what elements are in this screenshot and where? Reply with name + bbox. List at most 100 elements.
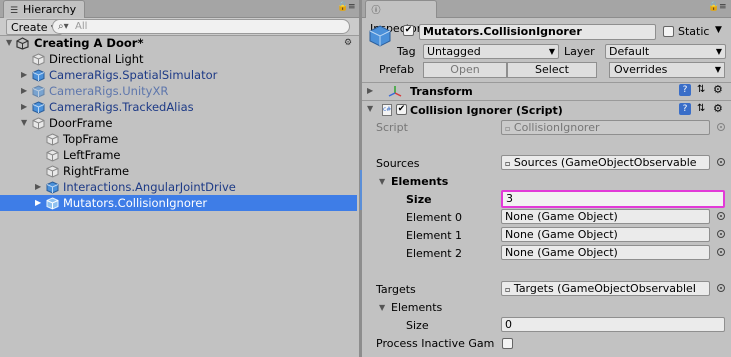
process-inactive-label: Process Inactive Gam [376, 337, 495, 350]
tab-inspector[interactable]: ⓘInspector [365, 0, 437, 35]
static-label: Static [678, 25, 710, 38]
element1-field[interactable]: None (Game Object) [501, 227, 710, 242]
hierarchy-tabbar: ☰ Hierarchy 🔒 ≡ [0, 0, 359, 18]
inspector-tabbar: ⓘInspector 🔒 ≡ [362, 0, 731, 35]
hierarchy-item[interactable]: ▶ Interactions.AngularJointDrive [0, 179, 359, 195]
targets-value: Targets (GameObjectObservableI [513, 282, 697, 295]
help-icon[interactable]: ? [679, 103, 691, 115]
item-label: RightFrame [63, 164, 130, 178]
hierarchy-item[interactable]: ▶ CameraRigs.TrackedAlias [0, 99, 359, 115]
expand-arrow-icon[interactable]: ▼ [6, 35, 12, 51]
hierarchy-item[interactable]: LeftFrame [0, 147, 359, 163]
tag-dropdown[interactable]: Untagged ▼ [423, 44, 559, 59]
settings-gear-icon[interactable]: ⚙ [713, 102, 723, 115]
item-label: CameraRigs.SpatialSimulator [49, 68, 218, 82]
prefab-large-icon [369, 25, 391, 47]
static-checkbox[interactable] [663, 26, 674, 37]
static-dropdown-icon[interactable]: ▼ [715, 25, 722, 35]
layer-dropdown[interactable]: Default ▼ [605, 44, 726, 59]
targets-size-input[interactable]: 0 [501, 317, 725, 332]
script-value: CollisionIgnorer [513, 121, 600, 134]
lock-icon[interactable]: 🔒 [337, 2, 348, 12]
expand-arrow-icon[interactable]: ▼ [21, 115, 27, 131]
item-label: LeftFrame [63, 148, 121, 162]
hierarchy-item[interactable]: TopFrame [0, 131, 359, 147]
element2-field[interactable]: None (Game Object) [501, 245, 710, 260]
hierarchy-panel: ☰Hierarchy 🔒 ≡ Create ▾ ⌕▾ All ▼ Creatin… [0, 0, 359, 357]
targets-field[interactable]: ▫ Targets (GameObjectObservableI [501, 281, 710, 296]
inspector-panel: ⓘInspector 🔒 ≡ ✔ Mutators.CollisionIgnor… [362, 0, 731, 357]
object-picker-icon[interactable] [717, 230, 725, 238]
scene-menu-icon[interactable]: ⚙ [344, 35, 352, 51]
script-field: ▫ CollisionIgnorer [501, 120, 710, 135]
prefab-icon [32, 101, 45, 114]
menu-icon[interactable]: ≡ [719, 2, 727, 12]
element2-label: Element 2 [406, 247, 463, 260]
tag-label: Tag [397, 45, 416, 58]
preset-icon[interactable]: ⇅ [697, 103, 705, 114]
layer-label: Layer [564, 45, 595, 58]
prefab-label: Prefab [379, 63, 415, 76]
collapse-arrow-icon[interactable]: ▶ [21, 67, 27, 83]
settings-gear-icon[interactable]: ⚙ [713, 83, 723, 96]
sources-field[interactable]: ▫ Sources (GameObjectObservable [501, 155, 710, 170]
dropdown-arrow-icon: ▼ [548, 47, 555, 56]
overrides-label: Overrides [614, 63, 668, 76]
item-label: Interactions.AngularJointDrive [63, 180, 236, 194]
collapse-arrow-icon[interactable]: ▶ [367, 86, 373, 95]
search-input[interactable]: ⌕▾ All [52, 19, 350, 34]
sources-label: Sources [376, 157, 420, 170]
component-enabled-checkbox[interactable]: ✔ [396, 104, 407, 115]
menu-icon[interactable]: ≡ [348, 2, 356, 12]
tag-value: Untagged [427, 45, 481, 58]
prefab-icon [32, 69, 45, 82]
object-picker-icon[interactable] [717, 158, 725, 166]
prefab-open-button[interactable]: Open [423, 62, 507, 78]
script-file-icon: ▫ [505, 285, 511, 294]
prefab-select-button[interactable]: Select [507, 62, 597, 78]
help-icon[interactable]: ? [679, 84, 691, 96]
expand-arrow-icon[interactable]: ▼ [367, 104, 373, 113]
hierarchy-item[interactable]: ▶ CameraRigs.SpatialSimulator [0, 67, 359, 83]
collapse-arrow-icon[interactable]: ▶ [35, 179, 41, 195]
element0-field[interactable]: None (Game Object) [501, 209, 710, 224]
hierarchy-toolbar: Create ▾ ⌕▾ All [0, 18, 359, 36]
script-file-icon: ▫ [505, 124, 511, 133]
prefab-overrides-dropdown[interactable]: Overrides ▼ [609, 62, 725, 78]
component-header[interactable]: ▼ c# ✔ Collision Ignorer (Script) ? ⇅ ⚙ [362, 100, 731, 119]
script-file-icon: ▫ [505, 159, 511, 168]
gameobject-icon [32, 53, 45, 66]
expand-arrow-icon[interactable]: ▼ [379, 177, 385, 186]
expand-arrow-icon[interactable]: ▼ [379, 303, 385, 312]
collapse-arrow-icon[interactable]: ▶ [35, 195, 41, 211]
hierarchy-item[interactable]: ▶ CameraRigs.UnityXR [0, 83, 359, 99]
process-inactive-checkbox[interactable] [502, 338, 513, 349]
gameobject-icon [46, 149, 59, 162]
tab-hierarchy[interactable]: ☰ Hierarchy [3, 0, 85, 18]
gameobject-icon [32, 117, 45, 130]
preset-icon[interactable]: ⇅ [697, 84, 705, 95]
object-picker-icon[interactable] [717, 284, 725, 292]
item-label: DoorFrame [49, 116, 113, 130]
object-picker-icon[interactable] [717, 212, 725, 220]
hierarchy-item[interactable]: ▼ DoorFrame [0, 115, 359, 131]
item-label: TopFrame [63, 132, 119, 146]
tab-hierarchy-label: Hierarchy [23, 3, 77, 16]
hierarchy-item[interactable]: RightFrame [0, 163, 359, 179]
object-picker-icon[interactable] [717, 248, 725, 256]
object-picker-icon [717, 123, 725, 131]
object-name-field[interactable]: Mutators.CollisionIgnorer [419, 24, 656, 40]
scene-name: Creating A Door* [34, 36, 144, 50]
sources-size-input[interactable]: 3 [501, 190, 725, 208]
search-placeholder: All [75, 21, 88, 32]
collapse-arrow-icon[interactable]: ▶ [21, 99, 27, 115]
collapse-arrow-icon[interactable]: ▶ [21, 83, 27, 99]
sources-size-label: Size [406, 193, 432, 206]
hierarchy-item-selected[interactable]: ▶ Mutators.CollisionIgnorer [0, 195, 357, 211]
transform-header[interactable]: ▶ Transform ? ⇅ ⚙ [362, 82, 731, 100]
scene-row[interactable]: ▼ Creating A Door* ⚙ [0, 35, 359, 51]
active-checkbox[interactable]: ✔ [403, 25, 414, 36]
lock-icon[interactable]: 🔒 [708, 2, 719, 12]
hierarchy-item[interactable]: Directional Light [0, 51, 359, 67]
element1-label: Element 1 [406, 229, 463, 242]
